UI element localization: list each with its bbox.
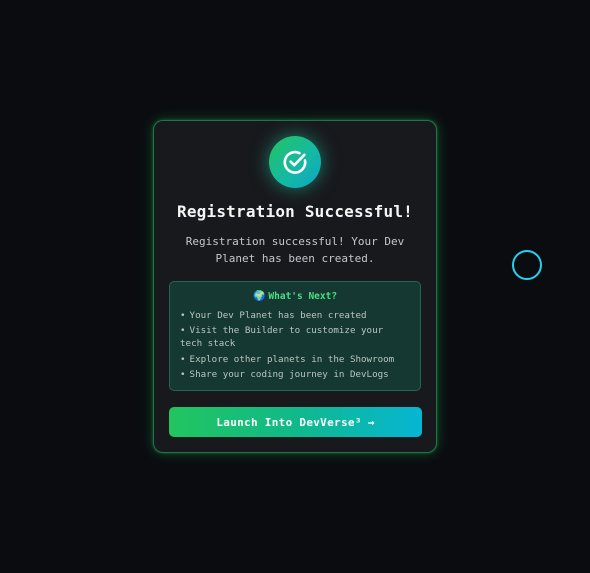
dialog-message: Registration successful! Your Dev Planet…: [185, 235, 405, 265]
next-steps-heading: 🌍 What's Next?: [180, 291, 410, 302]
list-item: • Share your coding journey in DevLogs: [180, 369, 389, 381]
list-item: • Your Dev Planet has been created: [180, 310, 367, 321]
next-steps-panel: 🌍 What's Next? • Your Dev Planet has been …: [169, 281, 421, 391]
arrow-right-icon: →: [367, 415, 375, 429]
next-steps-title: What's Next?: [268, 291, 338, 302]
launch-devverse-button[interactable]: Launch Into DevVerse³ →: [169, 407, 422, 437]
list-item: • Visit the Builder to customize your tec…: [180, 325, 384, 350]
cursor-ring-icon: [512, 250, 542, 280]
launch-button-label: Launch Into DevVerse³: [216, 415, 362, 429]
check-circle-icon: [269, 136, 321, 188]
next-steps-list: • Your Dev Planet has been created • Visit…: [180, 309, 410, 381]
globe-icon: 🌍: [252, 291, 266, 302]
dialog-title: Registration Successful!: [177, 202, 413, 221]
list-item: • Explore other planets in the Showroom: [180, 353, 395, 365]
success-dialog: Registration Successful! Registration su…: [153, 120, 437, 453]
